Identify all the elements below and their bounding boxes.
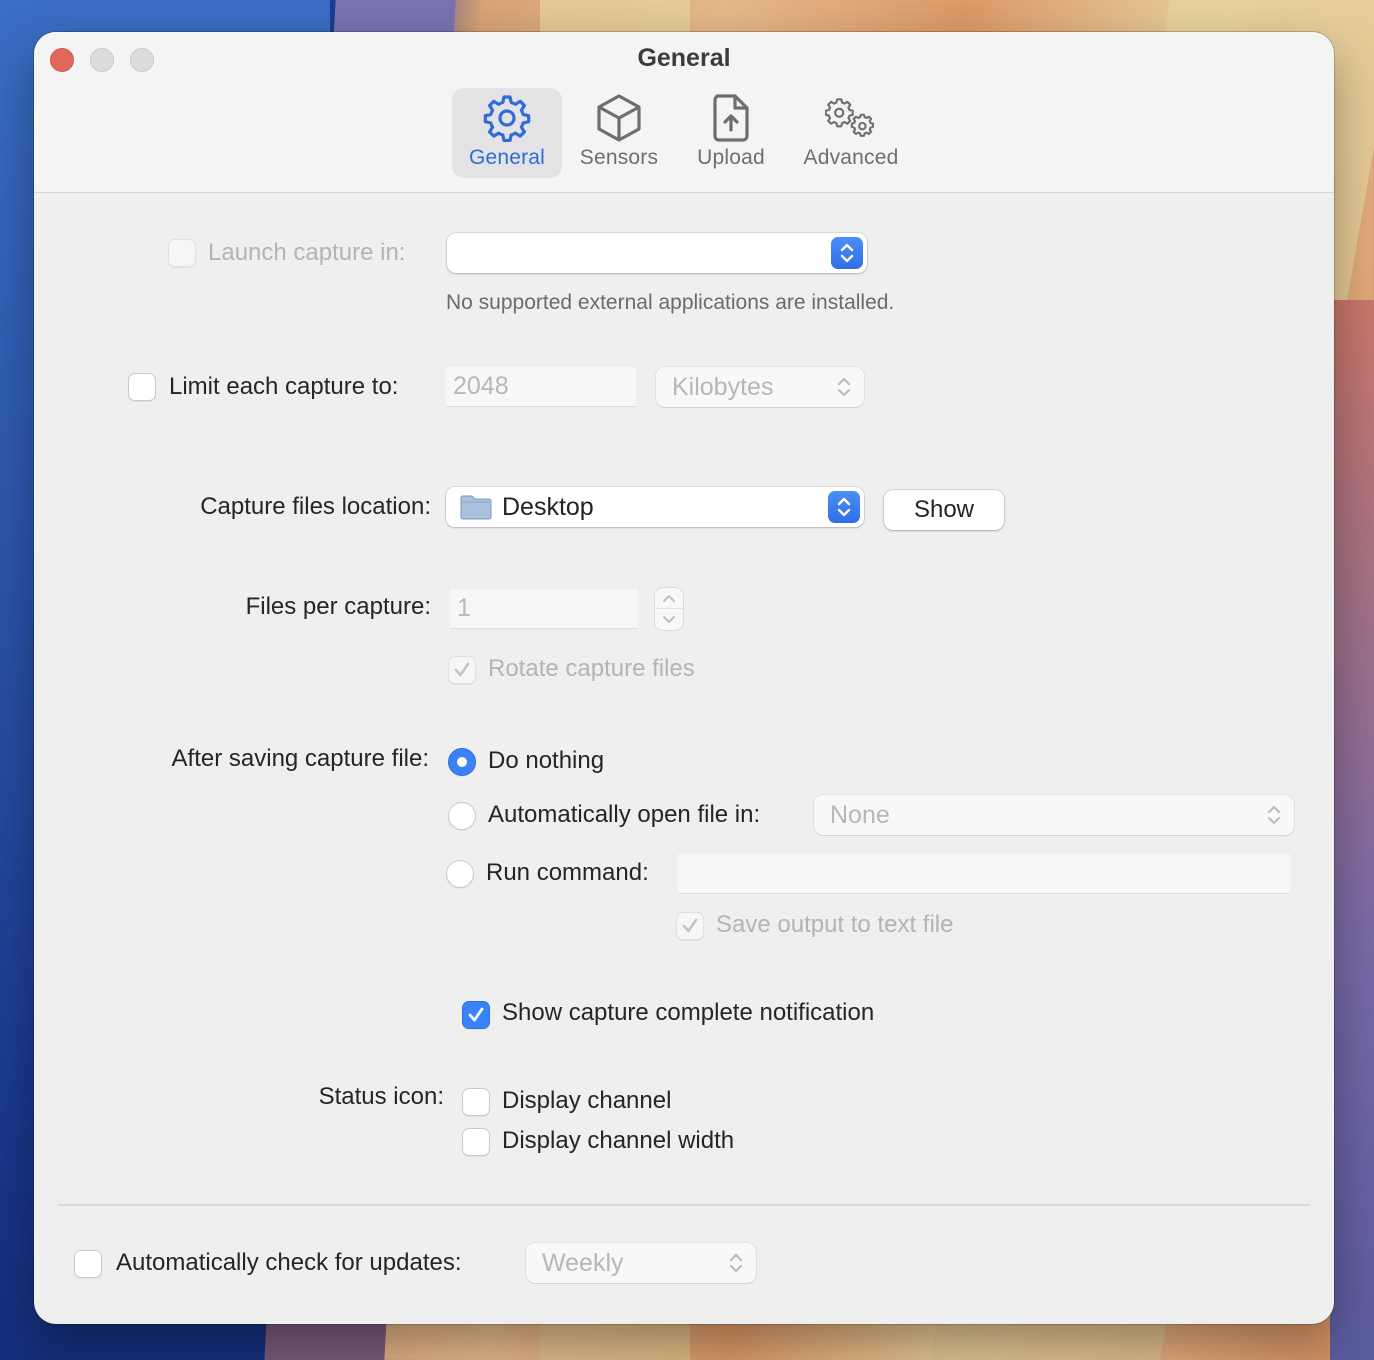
limit-capture-checkbox[interactable] (128, 373, 156, 401)
capture-location-value: Desktop (502, 492, 594, 521)
tab-advanced[interactable]: Advanced (786, 88, 916, 178)
display-channel-label: Display channel (502, 1087, 672, 1114)
files-per-capture-label: Files per capture: (245, 593, 431, 620)
radio-run-command[interactable] (446, 860, 474, 888)
limit-capture-label: Limit each capture to: (169, 373, 399, 400)
titlebar: General General Sensors Upload Advanced (34, 32, 1334, 193)
save-output-label: Save output to text file (716, 911, 954, 938)
stepper-up-icon[interactable] (655, 589, 683, 609)
preferences-window: General General Sensors Upload Advanced … (34, 32, 1334, 1324)
launch-capture-note: No supported external applications are i… (446, 291, 895, 314)
status-icon-label: Status icon: (318, 1083, 444, 1110)
run-command-field[interactable] (678, 854, 1290, 894)
auto-update-checkbox[interactable] (74, 1250, 102, 1278)
tab-general-label: General (468, 146, 546, 169)
popup-arrows-icon (834, 373, 854, 401)
folder-icon (460, 495, 492, 520)
popup-arrows-icon (828, 491, 860, 523)
tab-upload[interactable]: Upload (676, 88, 786, 178)
general-pane: Launch capture in: No supported external… (34, 193, 1334, 1324)
files-per-capture-stepper[interactable] (655, 588, 683, 630)
tab-general[interactable]: General (452, 88, 562, 178)
popup-arrows-icon (1264, 801, 1284, 829)
open-file-app-popup[interactable]: None (814, 795, 1294, 835)
radio-run-command-label: Run command: (486, 859, 649, 886)
popup-arrows-icon (831, 237, 863, 269)
gears-icon (825, 98, 874, 137)
open-file-app-value: None (830, 800, 890, 829)
launch-capture-popup[interactable] (447, 233, 867, 273)
files-per-capture-field[interactable]: 1 (450, 589, 638, 629)
radio-open-file-label: Automatically open file in: (488, 801, 761, 828)
tab-sensors[interactable]: Sensors (562, 88, 676, 178)
tab-upload-label: Upload (697, 146, 765, 169)
checkmark-icon (454, 662, 470, 677)
limit-size-field[interactable]: 2048 (446, 367, 636, 407)
after-saving-label: After saving capture file: (171, 745, 429, 772)
display-channel-checkbox[interactable] (462, 1088, 490, 1116)
launch-capture-label: Launch capture in: (208, 239, 406, 266)
update-frequency-value: Weekly (542, 1248, 624, 1277)
section-divider (58, 1204, 1310, 1206)
window-title: General (637, 44, 731, 72)
cube-icon (597, 94, 641, 142)
auto-update-label: Automatically check for updates: (116, 1249, 462, 1276)
update-frequency-popup[interactable]: Weekly (526, 1243, 756, 1283)
radio-do-nothing-label: Do nothing (488, 747, 605, 774)
doc-upload-icon (713, 94, 749, 142)
preferences-toolbar: General Sensors Upload Advanced (452, 88, 916, 178)
radio-open-file[interactable] (448, 802, 476, 830)
tab-advanced-label: Advanced (803, 146, 899, 169)
checkmark-icon (468, 1007, 484, 1022)
gear-icon (483, 95, 531, 142)
save-output-checkbox[interactable] (676, 912, 704, 940)
rotate-files-checkbox[interactable] (448, 656, 476, 684)
stepper-down-icon[interactable] (655, 610, 683, 630)
limit-unit-value: Kilobytes (672, 372, 774, 401)
limit-unit-popup[interactable]: Kilobytes (656, 367, 864, 407)
popup-arrows-icon (726, 1249, 746, 1277)
desktop-wallpaper-right (1330, 300, 1374, 1360)
display-channel-width-checkbox[interactable] (462, 1128, 490, 1156)
capture-location-popup[interactable]: Desktop (446, 487, 864, 527)
capture-location-label: Capture files location: (200, 493, 431, 520)
launch-capture-checkbox[interactable] (168, 239, 196, 267)
tab-sensors-label: Sensors (579, 146, 659, 169)
show-location-button[interactable]: Show (884, 490, 1004, 530)
display-channel-width-label: Display channel width (502, 1127, 735, 1154)
checkmark-icon (682, 918, 698, 933)
radio-do-nothing[interactable] (448, 748, 476, 776)
rotate-files-label: Rotate capture files (488, 655, 695, 682)
show-notification-label: Show capture complete notification (502, 999, 875, 1026)
show-notification-checkbox[interactable] (462, 1001, 490, 1029)
